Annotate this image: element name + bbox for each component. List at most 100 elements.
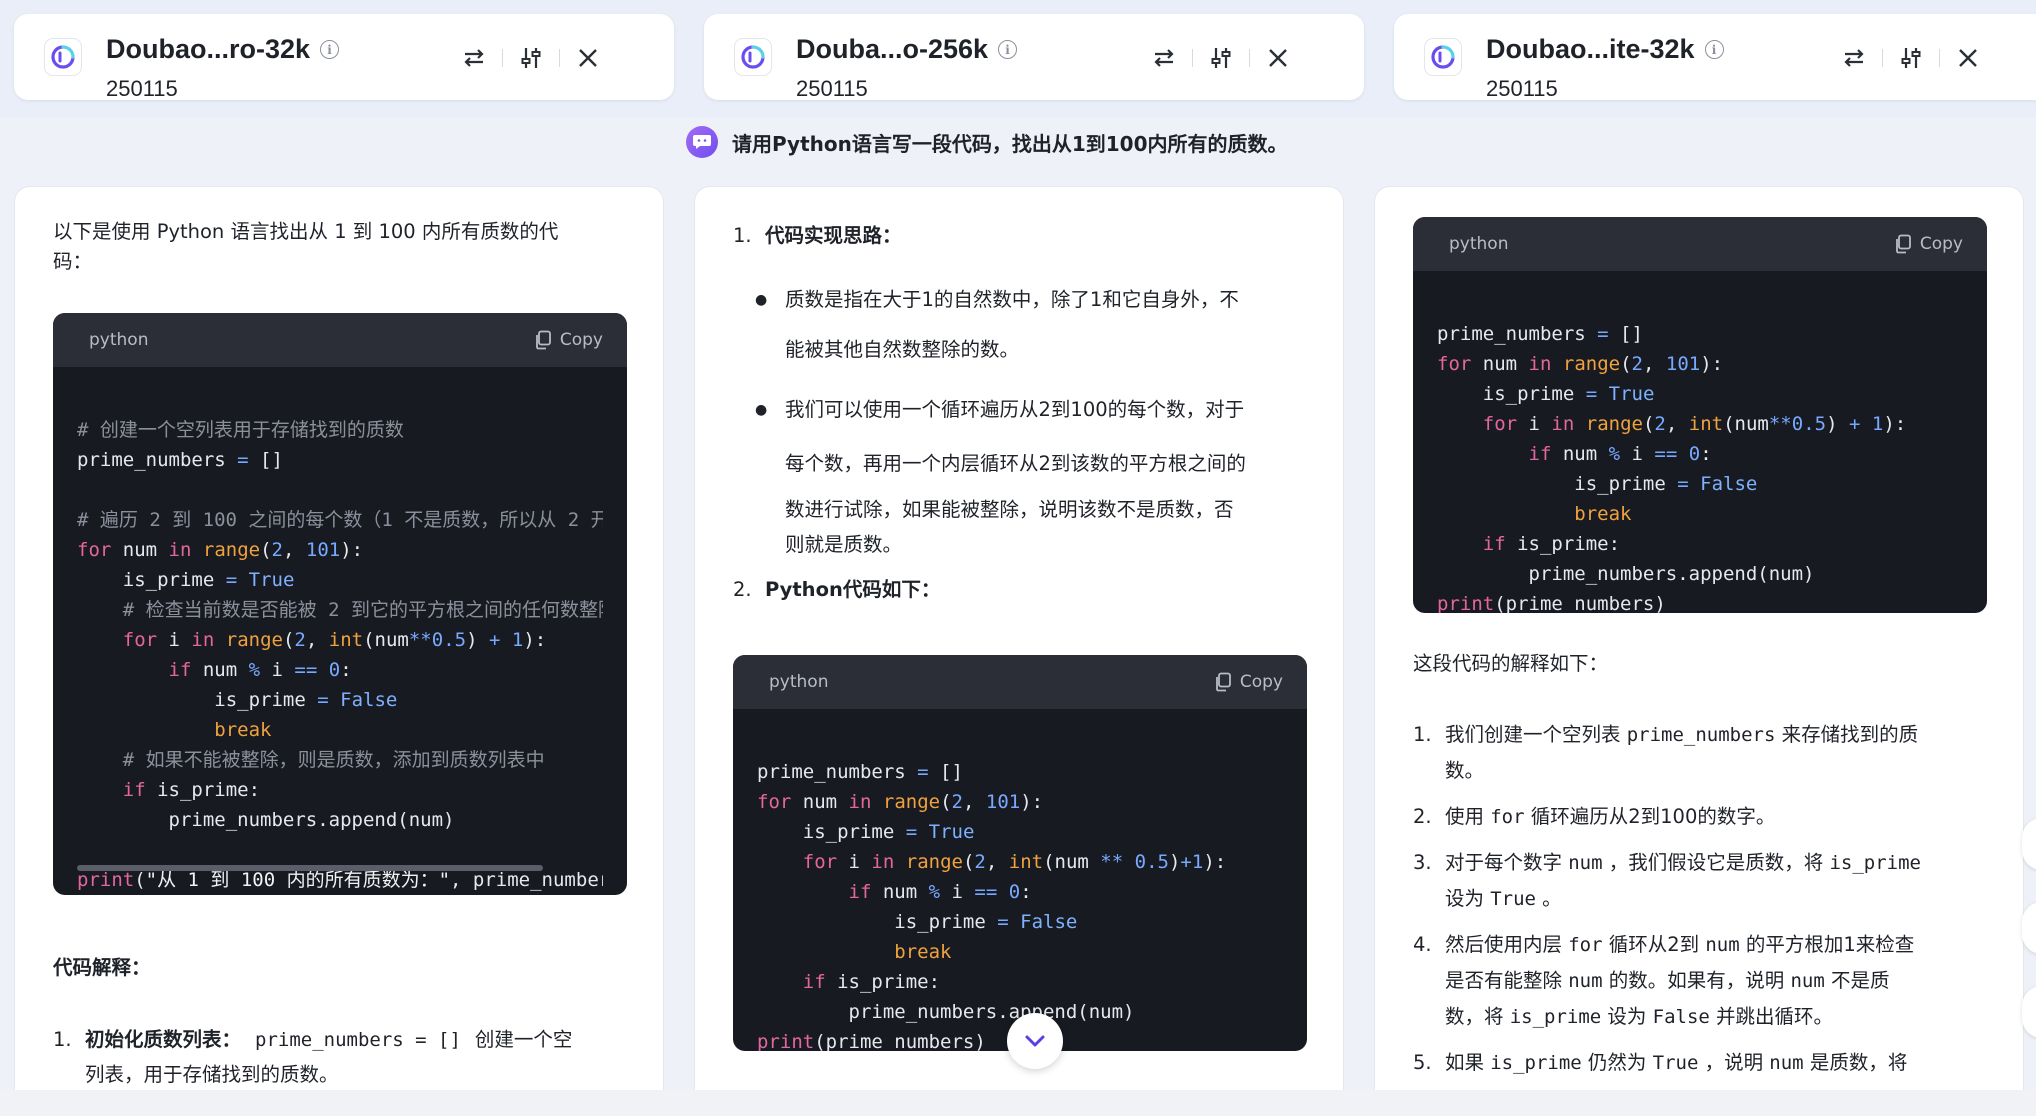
model-name[interactable]: Doubao...ite-32k i (1486, 34, 1724, 65)
inline-code: for (1568, 934, 1603, 956)
code-block: python Copy prime_numbers = [] for num in… (733, 655, 1307, 1051)
copy-label: Copy (1239, 672, 1283, 692)
code-language: python (769, 672, 829, 692)
swap-icon[interactable] (1150, 44, 1178, 72)
code-language: python (1449, 234, 1509, 254)
inline-code: True (1652, 1052, 1699, 1074)
bullet-line: 能被其他自然数整除的数。 (785, 338, 1020, 361)
item-text: 来存储找到的质 (1775, 723, 1919, 746)
model-version: 250115 (796, 76, 868, 101)
horizontal-scrollbar[interactable] (77, 865, 543, 871)
inline-code: num (1790, 970, 1825, 992)
list-item: 5. 如果 is_prime 仍然为 True ，说明 num 是质数，将 (1413, 1045, 1999, 1081)
bullet-dot: ● (755, 402, 768, 418)
list-item: 4. 然后使用内层 for 循环从2到 num 的平方根加1来检查 是否有能整除… (1413, 927, 1999, 1035)
item-text: 数，将 (1445, 1005, 1510, 1028)
item-text: ，说明 (1698, 1051, 1770, 1074)
info-icon[interactable]: i (998, 40, 1018, 59)
settings-sliders-icon[interactable] (517, 44, 545, 72)
model-card-1: Doubao...ro-32k i 250115 (14, 14, 674, 101)
swap-icon[interactable] (1840, 44, 1868, 72)
doubao-logo-icon (734, 38, 772, 76)
step-number: 2. (733, 578, 752, 601)
copy-button[interactable]: Copy (1214, 672, 1283, 692)
code-content[interactable]: prime_numbers = [] for num in range(2, 10… (1413, 271, 1987, 613)
close-icon[interactable] (1264, 44, 1292, 72)
code-header: python Copy (53, 313, 627, 367)
code-header: python Copy (733, 655, 1307, 709)
model-name-text: Doubao...ro-32k (106, 34, 311, 64)
item-number: 1. (53, 1028, 72, 1051)
close-icon[interactable] (1954, 44, 1982, 72)
settings-sliders-icon[interactable] (1207, 44, 1235, 72)
intro-line: 码： (53, 250, 93, 273)
divider (1192, 49, 1193, 67)
list-item: 3. 对于每个数字 num ，我们假设它是质数，将 is_prime 设为 Tr… (1413, 845, 1999, 917)
item-text: 创建一个空 (474, 1028, 573, 1051)
card-tools (1150, 44, 1292, 72)
model-name-text: Douba...o-256k (796, 34, 989, 64)
prompt-text: 请用Python语言写一段代码，找出从1到100内所有的质数。 (732, 131, 1288, 156)
item-text: 然后使用内层 (1445, 933, 1569, 956)
side-floating-button[interactable] (2022, 986, 2036, 1038)
step-title: 代码实现思路： (765, 224, 902, 247)
explain-title: 代码解释： (53, 956, 151, 979)
close-icon[interactable] (574, 44, 602, 72)
item-text: 我们创建一个空列表 (1445, 723, 1627, 746)
divider (1249, 49, 1250, 67)
step-1: 1. 代码实现思路： (733, 221, 902, 251)
inline-code: True (1490, 888, 1536, 910)
copy-icon (535, 330, 551, 350)
item-text: 设为 (1601, 1005, 1653, 1028)
inline-code: is_prime (1490, 1052, 1582, 1074)
copy-button[interactable]: Copy (1894, 234, 1963, 254)
copy-label: Copy (559, 330, 603, 350)
info-icon[interactable]: i (320, 40, 340, 59)
item-text: 列表，用于存储找到的质数。 (85, 1063, 339, 1086)
bullet-line: 数进行试除，如果能被整除，说明该数不是质数，否 (785, 498, 1234, 521)
info-icon[interactable]: i (1704, 40, 1724, 59)
item-number: 5. (1413, 1051, 1432, 1074)
settings-sliders-icon[interactable] (1897, 44, 1925, 72)
item-text: 设为 (1445, 887, 1491, 910)
doubao-logo-icon (1424, 38, 1462, 76)
bottom-edge (0, 1090, 2036, 1116)
side-floating-button[interactable] (2022, 902, 2036, 954)
copy-button[interactable]: Copy (534, 330, 603, 350)
bullet-item: ● 质数是指在大于1的自然数中，除了1和它自身外，不 能被其他自然数整除的数。 (755, 275, 1325, 375)
item-text: 循环遍历从2到100的数字。 (1524, 805, 1776, 828)
item-text: 对于每个数字 (1445, 851, 1569, 874)
doubao-logo-icon (44, 38, 82, 76)
code-content[interactable]: prime_numbers = [] for num in range(2, 10… (733, 709, 1307, 1051)
response-panel-1: 以下是使用 Python 语言找出从 1 到 100 内所有质数的代 码： py… (14, 186, 664, 1116)
intro-text: 以下是使用 Python 语言找出从 1 到 100 内所有质数的代 码： (53, 217, 633, 277)
bullet-line: 我们可以使用一个循环遍历从2到100的每个数，对于 (785, 398, 1245, 421)
bullet-item: ● 我们可以使用一个循环遍历从2到100的每个数，对于 每个数，再用一个内层循环… (755, 383, 1325, 561)
divider (1939, 49, 1940, 67)
list-item: 2. 使用 for 循环遍历从2到100的数字。 (1413, 799, 1999, 835)
copy-label: Copy (1919, 234, 1963, 254)
code-content[interactable]: # 创建一个空列表用于存储找到的质数 prime_numbers = [] # 遍… (53, 367, 627, 895)
scroll-down-button[interactable] (1007, 1013, 1063, 1069)
bullet-line: 则就是质数。 (785, 533, 903, 556)
card-tools (460, 44, 602, 72)
explain-list: 1. 我们创建一个空列表 prime_numbers 来存储找到的质 数。 2.… (1413, 717, 1999, 1081)
bullet-line: 质数是指在大于1的自然数中，除了1和它自身外，不 (785, 288, 1239, 311)
inline-code: prime_numbers = [] (255, 1029, 461, 1051)
divider (559, 49, 560, 67)
code-block: python Copy prime_numbers = [] for num in… (1413, 217, 1987, 613)
side-floating-button[interactable] (2022, 818, 2036, 870)
copy-icon (1215, 672, 1231, 692)
item-number: 2. (1413, 805, 1432, 828)
model-name[interactable]: Douba...o-256k i (796, 34, 1018, 65)
response-panel-2: 1. 代码实现思路： ● 质数是指在大于1的自然数中，除了1和它自身外，不 能被… (694, 186, 1344, 1116)
divider (1882, 49, 1883, 67)
swap-icon[interactable] (460, 44, 488, 72)
item-text: 的平方根加1来检查 (1739, 933, 1915, 956)
inline-code: prime_numbers (1626, 724, 1776, 746)
inline-code: num (1568, 970, 1603, 992)
divider (502, 49, 503, 67)
inline-code: is_prime (1509, 1006, 1602, 1028)
model-name[interactable]: Doubao...ro-32k i (106, 34, 340, 65)
card-tools (1840, 44, 1982, 72)
